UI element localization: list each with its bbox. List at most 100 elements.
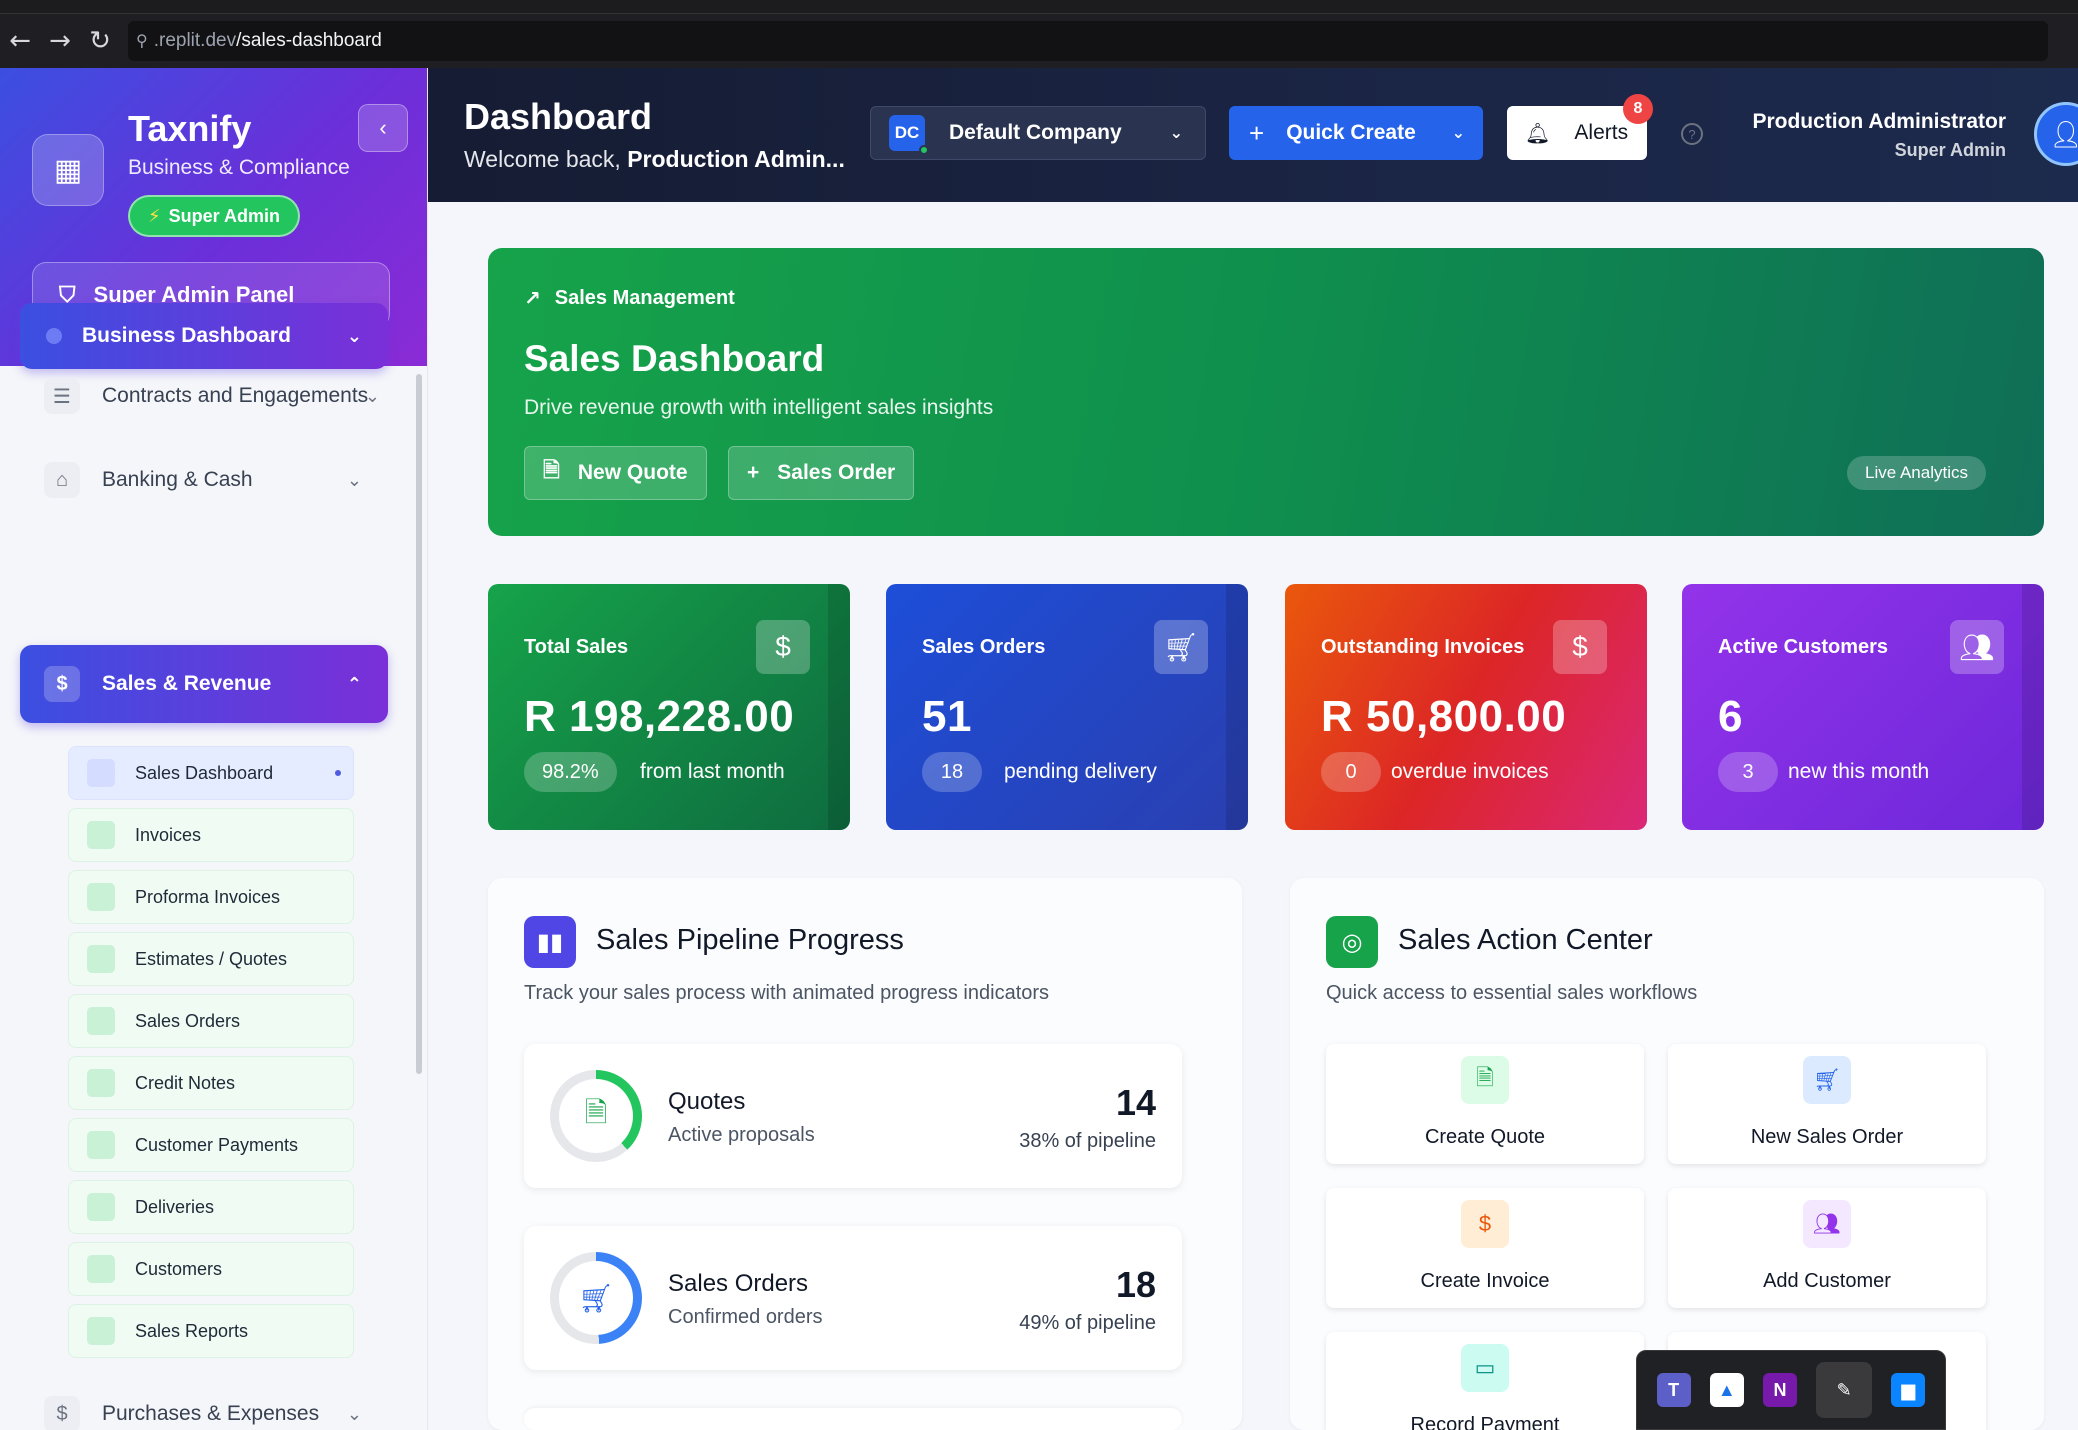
sub-item-label: Proforma Invoices <box>135 886 281 907</box>
nav-contracts[interactable]: ☰ Contracts and Engagements ⌄ <box>20 364 388 428</box>
user-role: Super Admin <box>1894 140 2006 160</box>
sub-customers[interactable]: Customers <box>68 1242 354 1296</box>
sub-item-label: Sales Orders <box>135 1010 241 1031</box>
bar-chart-icon: ▮▮ <box>524 916 576 968</box>
users-icon: 👥︎ <box>1803 1200 1851 1248</box>
nav-banking[interactable]: ⌂ Banking & Cash ⌄ <box>20 448 388 512</box>
forward-icon[interactable]: → <box>40 26 80 56</box>
stage-count: 18 <box>1115 1264 1156 1305</box>
chevron-down-icon: ⌄ <box>364 385 380 406</box>
action-label: Record Payment <box>1410 1414 1560 1430</box>
page-title: Dashboard <box>464 96 653 137</box>
stat-card-active-customers: Active Customers 👥︎ 6 3 new this month <box>1682 584 2044 830</box>
users-icon: 👥︎ <box>1950 620 2004 674</box>
hero-kicker-label: Sales Management <box>554 287 735 309</box>
estimates-icon <box>87 945 115 973</box>
company-selector[interactable]: DC Default Company ⌄ <box>870 106 1206 160</box>
reload-icon[interactable]: ↻ <box>80 26 120 56</box>
brand-subtitle: Business & Compliance <box>128 156 350 179</box>
progress-ring: 🛒︎ <box>550 1252 642 1344</box>
stage-name: Sales Orders <box>668 1270 809 1297</box>
teams-icon[interactable]: T <box>1656 1373 1691 1407</box>
browser-titlebar <box>0 0 2078 14</box>
sub-proforma-invoices[interactable]: Proforma Invoices <box>68 870 354 924</box>
onenote-icon[interactable]: N <box>1762 1373 1797 1407</box>
stat-card-sales-orders: Sales Orders 🛒︎ 51 18 pending delivery <box>886 584 1248 830</box>
nav-purchases-expenses[interactable]: $ Purchases & Expenses ⌄ <box>20 1382 388 1430</box>
pen-app-icon[interactable]: ✎ <box>1816 1362 1873 1418</box>
action-center-panel: ◎ Sales Action Center Quick access to es… <box>1290 878 2044 1430</box>
hero-title: Sales Dashboard <box>524 338 825 379</box>
stat-card-total-sales: Total Sales $ R 198,228.00 98.2% from la… <box>488 584 850 830</box>
hero-description: Drive revenue growth with intelligent sa… <box>524 396 994 419</box>
nav-sales-revenue[interactable]: $ Sales & Revenue ⌃ <box>20 645 388 723</box>
sub-sales-orders[interactable]: Sales Orders <box>68 994 354 1048</box>
stat-subtext: new this month <box>1788 760 1930 783</box>
sub-invoices[interactable]: Invoices <box>68 808 354 862</box>
action-label: Create Invoice <box>1420 1270 1550 1292</box>
action-center-description: Quick access to essential sales workflow… <box>1326 982 1698 1004</box>
sales-order-button[interactable]: + Sales Order <box>728 446 915 500</box>
pipeline-stage-sales-orders[interactable]: 🛒︎ Sales Orders Confirmed orders 18 49% … <box>524 1226 1182 1370</box>
new-quote-button[interactable]: 🗎︎ New Quote <box>524 446 707 500</box>
sidebar-scrollbar[interactable] <box>416 374 422 1074</box>
dashboard-dot-icon <box>46 328 62 344</box>
file-icon: 🗎︎ <box>559 1079 633 1153</box>
sub-credit-notes[interactable]: Credit Notes <box>68 1056 354 1110</box>
record-payment-button[interactable]: ▭ Record Payment <box>1326 1332 1644 1430</box>
proforma-icon <box>87 883 115 911</box>
add-customer-button[interactable]: 👥︎ Add Customer <box>1668 1188 1986 1308</box>
stat-card-outstanding-invoices: Outstanding Invoices $ R 50,800.00 0 ove… <box>1285 584 1647 830</box>
bell-icon: 🔔︎ <box>1525 122 1551 145</box>
nav-label: Purchases & Expenses <box>102 1402 320 1425</box>
collapse-sidebar-button[interactable]: ‹ <box>358 104 408 152</box>
bolt-icon: ⚡ <box>148 205 161 226</box>
alerts-button[interactable]: 🔔︎ Alerts 8 <box>1507 94 1653 160</box>
address-bar[interactable]: ⚲ .replit.dev/sales-dashboard <box>128 21 2048 61</box>
create-invoice-button[interactable]: $ Create Invoice <box>1326 1188 1644 1308</box>
drive-icon[interactable]: ▲ <box>1709 1373 1744 1407</box>
user-name: Production Administrator <box>1752 110 2006 133</box>
welcome-prefix: Welcome back, <box>464 146 621 172</box>
sub-sales-reports[interactable]: Sales Reports <box>68 1304 354 1358</box>
sub-sales-dashboard[interactable]: Sales Dashboard <box>68 746 354 800</box>
chevron-up-icon: ⌃ <box>346 673 362 694</box>
action-label: Add Customer <box>1763 1270 1891 1292</box>
pipeline-stage-quotes[interactable]: 🗎︎ Quotes Active proposals 14 38% of pip… <box>524 1044 1182 1188</box>
pipeline-stage-partial[interactable] <box>524 1408 1182 1430</box>
help-icon[interactable]: ? <box>1681 123 1703 145</box>
quick-create-button[interactable]: + Quick Create ⌄ <box>1229 106 1483 160</box>
receipt-icon: $ <box>44 1396 80 1430</box>
create-quote-button[interactable]: 🗎︎ Create Quote <box>1326 1044 1644 1164</box>
sub-item-label: Customer Payments <box>135 1134 299 1155</box>
card-edge <box>2022 584 2044 830</box>
sub-item-label: Sales Dashboard <box>135 762 274 783</box>
store-icon[interactable]: ▆ <box>1891 1373 1926 1407</box>
user-avatar[interactable]: 👤︎ <box>2034 102 2078 166</box>
back-icon[interactable]: ← <box>0 26 40 56</box>
sub-item-label: Sales Reports <box>135 1320 249 1341</box>
sidebar: ▦ Taxnify Business & Compliance ⚡ Super … <box>0 68 428 1430</box>
company-name: Default Company <box>949 121 1122 144</box>
bank-icon: ⌂ <box>44 462 80 498</box>
alerts-label: Alerts <box>1574 121 1629 144</box>
stage-count: 14 <box>1115 1082 1156 1123</box>
sub-item-label: Deliveries <box>135 1196 215 1217</box>
reports-icon <box>87 1317 115 1345</box>
new-sales-order-button[interactable]: 🛒︎ New Sales Order <box>1668 1044 1986 1164</box>
file-icon: 🗎︎ <box>1461 1056 1509 1104</box>
pipeline-panel: ▮▮ Sales Pipeline Progress Track your sa… <box>488 878 1242 1430</box>
sales-orders-icon <box>87 1007 115 1035</box>
stat-label: Outstanding Invoices <box>1321 636 1525 658</box>
sub-estimates-quotes[interactable]: Estimates / Quotes <box>68 932 354 986</box>
sub-item-label: Invoices <box>135 824 202 845</box>
sub-customer-payments[interactable]: Customer Payments <box>68 1118 354 1172</box>
quick-create-label: Quick Create <box>1286 121 1416 144</box>
nav-business-dashboard[interactable]: Business Dashboard ⌄ <box>20 303 388 369</box>
action-label: New Sales Order <box>1750 1126 1904 1148</box>
sales-dashboard-icon <box>87 759 115 787</box>
hero-kicker: ↗ Sales Management <box>524 286 735 311</box>
sub-deliveries[interactable]: Deliveries <box>68 1180 354 1234</box>
stage-percent: 38% of pipeline <box>1019 1130 1156 1152</box>
site-info-icon[interactable]: ⚲ <box>136 31 148 51</box>
